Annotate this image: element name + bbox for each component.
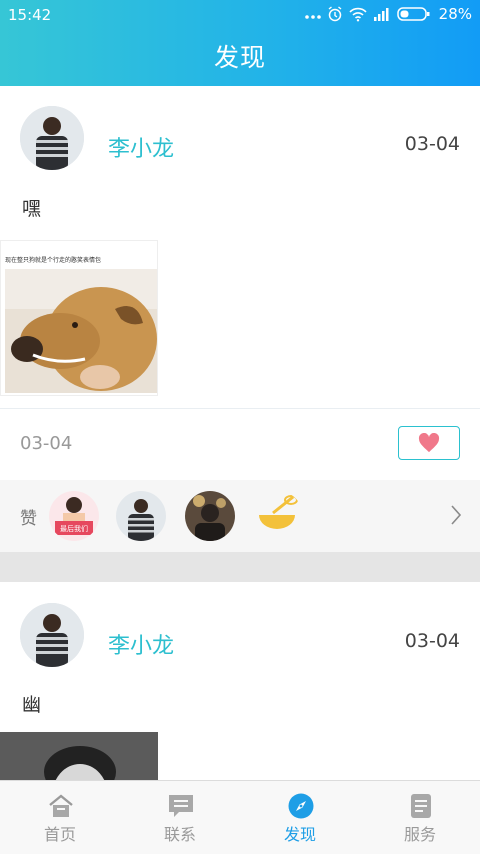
- alarm-icon: [328, 6, 342, 22]
- post-text: 幽: [22, 694, 42, 716]
- post-text: 嘿: [22, 198, 42, 220]
- avatar[interactable]: [20, 603, 84, 667]
- chat-icon: [169, 795, 193, 817]
- tab-discover[interactable]: 发现: [240, 781, 360, 855]
- more-dots-icon: [304, 15, 321, 19]
- tab-home[interactable]: 首页: [0, 781, 120, 855]
- post-footer-date: 03-04: [20, 433, 73, 454]
- avatar[interactable]: [20, 106, 84, 170]
- top-app-bar: 15:42 28% 发现: [0, 0, 480, 86]
- liker-badge-text: 最后我们: [60, 524, 88, 533]
- post-card: 李小龙 03-04 幽: [0, 582, 480, 780]
- tab-label: 服务: [403, 825, 436, 844]
- wifi-icon: [349, 7, 367, 22]
- likes-row[interactable]: 赞 最后我们: [0, 480, 480, 552]
- post-image[interactable]: [0, 732, 158, 780]
- status-time: 15:42: [8, 6, 52, 24]
- post-username[interactable]: 李小龙: [108, 131, 174, 163]
- home-icon: [49, 794, 73, 817]
- tab-label: 发现: [283, 825, 316, 844]
- post-date: 03-04: [404, 133, 460, 155]
- battery-percent: 28%: [438, 5, 472, 23]
- page-title: 发现: [213, 43, 266, 72]
- likes-label: 赞: [20, 509, 37, 529]
- status-bar: 15:42 28%: [0, 0, 480, 30]
- tab-label: 联系: [163, 825, 196, 844]
- status-icons: 28%: [304, 5, 472, 23]
- divider: [0, 408, 480, 409]
- document-icon: [411, 794, 431, 818]
- dog-photo: [5, 269, 157, 393]
- discover-feed[interactable]: 李小龙 03-04 嘿 现在整只狗就是个行走的憨笑表情包 03-04 赞 最后我…: [0, 86, 480, 780]
- post-image-caption: 现在整只狗就是个行走的憨笑表情包: [5, 257, 102, 264]
- liker-avatar[interactable]: [116, 491, 166, 541]
- post-date: 03-04: [404, 630, 460, 652]
- heart-icon: [418, 433, 440, 453]
- battery-icon: [396, 7, 430, 21]
- liker-avatar[interactable]: 最后我们: [49, 491, 99, 541]
- tab-label: 首页: [43, 825, 76, 844]
- liker-avatar[interactable]: [253, 491, 303, 541]
- liker-avatar[interactable]: [185, 491, 235, 541]
- like-button[interactable]: [398, 426, 460, 460]
- post-card: 李小龙 03-04 嘿 现在整只狗就是个行走的憨笑表情包 03-04 赞 最后我…: [0, 86, 480, 552]
- compass-icon: [288, 793, 314, 819]
- bottom-tab-bar: 首页 联系 发现 服务: [0, 780, 480, 854]
- post-image[interactable]: 现在整只狗就是个行走的憨笑表情包: [0, 240, 158, 396]
- tab-services[interactable]: 服务: [360, 781, 480, 855]
- section-gap: [0, 552, 480, 582]
- tab-contacts[interactable]: 联系: [120, 781, 240, 855]
- post-username[interactable]: 李小龙: [108, 628, 174, 660]
- chevron-right-icon[interactable]: [450, 504, 462, 526]
- signal-icon: [373, 8, 389, 21]
- post-meta-row: 03-04: [0, 410, 480, 480]
